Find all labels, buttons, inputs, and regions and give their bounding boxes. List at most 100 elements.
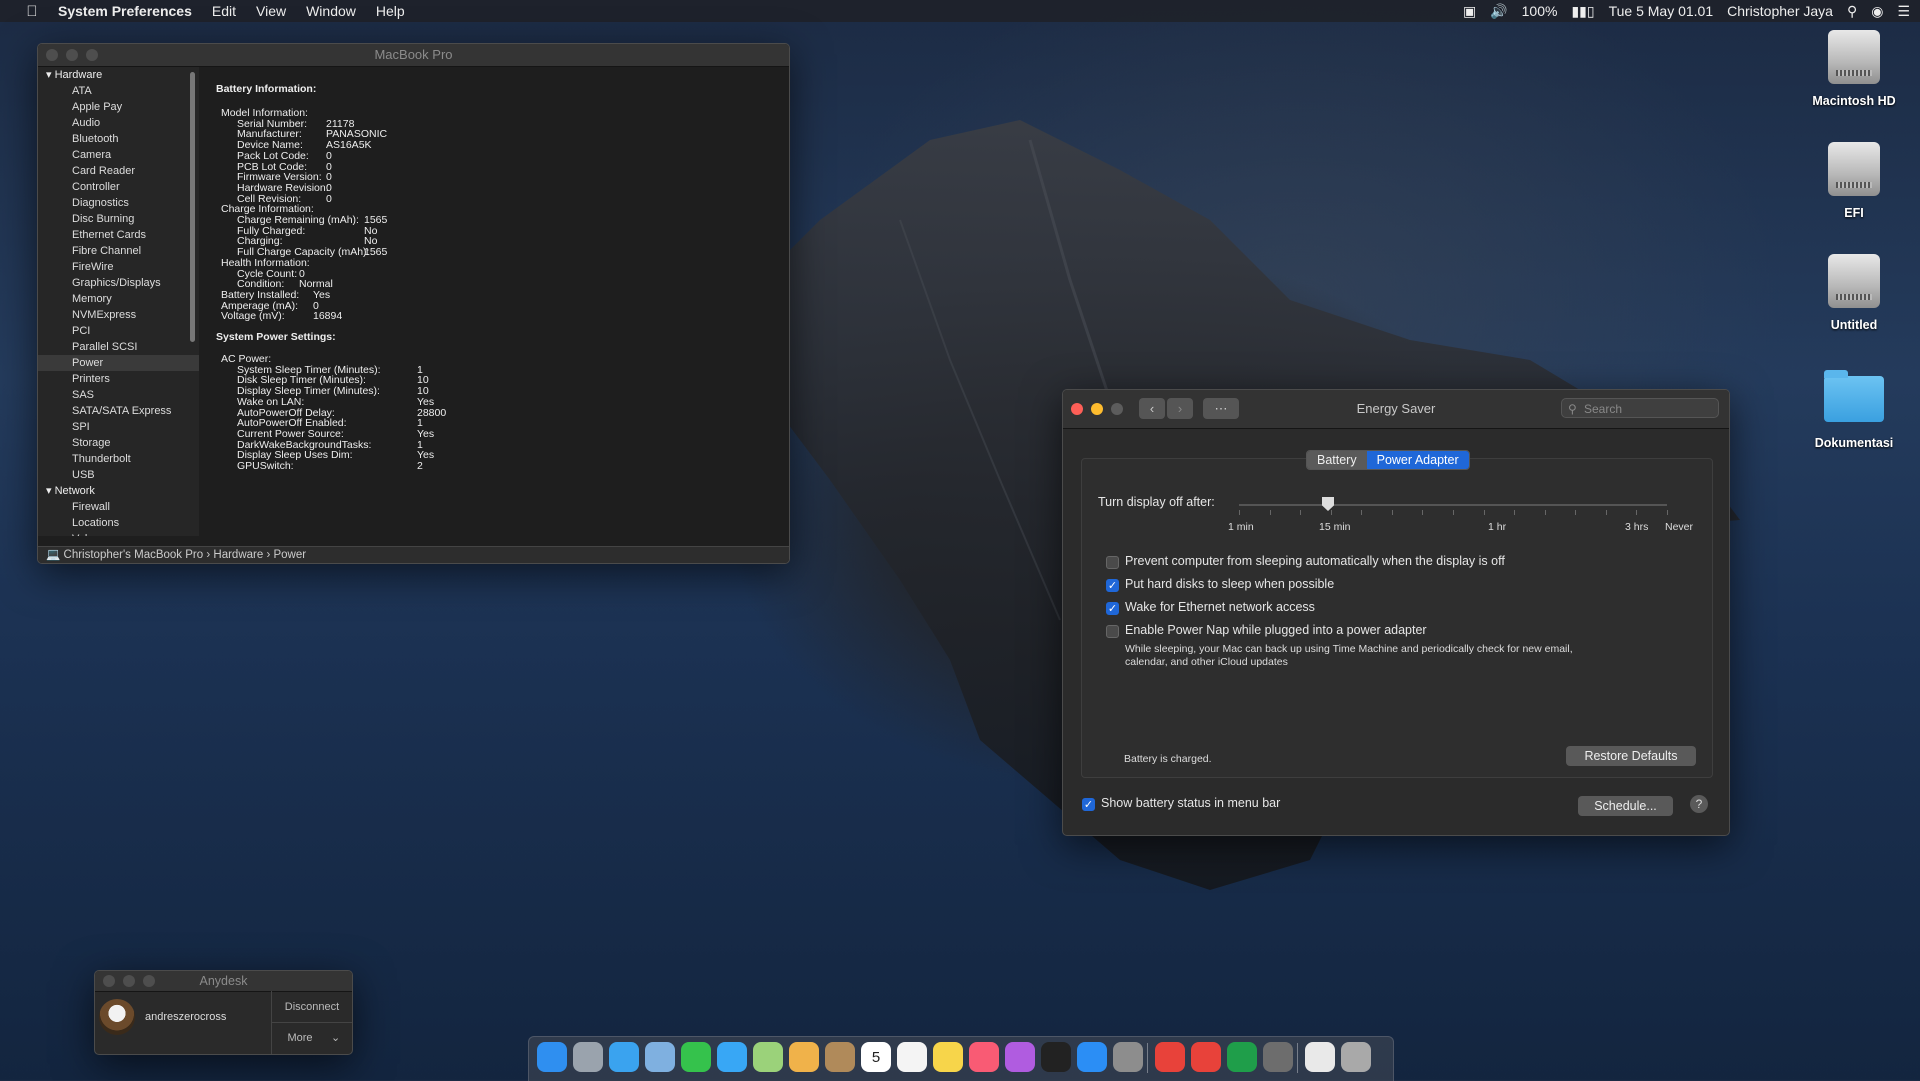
podcasts-icon[interactable] <box>1005 1042 1035 1072</box>
wake-ethernet-label[interactable]: Wake for Ethernet network access <box>1125 600 1315 614</box>
forward-button[interactable]: › <box>1167 398 1193 419</box>
photos-icon[interactable] <box>789 1042 819 1072</box>
sidebar-item-storage[interactable]: Storage <box>38 435 199 451</box>
zoom-button[interactable] <box>86 49 98 61</box>
sysinfo-titlebar[interactable]: MacBook Pro <box>38 44 789 67</box>
trash-icon[interactable] <box>1341 1042 1371 1072</box>
zoom-button[interactable] <box>143 975 155 987</box>
disk-sleep-checkbox[interactable]: ✓ <box>1106 579 1119 592</box>
sidebar-item-ata[interactable]: ATA <box>38 83 199 99</box>
siri-icon[interactable]: ◉ <box>1871 3 1883 20</box>
schedule-button[interactable]: Schedule... <box>1578 796 1673 816</box>
sidebar-item-diagnostics[interactable]: Diagnostics <box>38 195 199 211</box>
app-store-icon[interactable] <box>1077 1042 1107 1072</box>
zoom-button[interactable] <box>1111 403 1123 415</box>
safari-icon[interactable] <box>609 1042 639 1072</box>
wake-ethernet-checkbox[interactable]: ✓ <box>1106 602 1119 615</box>
tab-power-adapter[interactable]: Power Adapter <box>1366 451 1469 469</box>
launchpad-icon[interactable] <box>573 1042 603 1072</box>
sidebar-item-thunderbolt[interactable]: Thunderbolt <box>38 451 199 467</box>
airplay-icon[interactable]: ▣ <box>1463 3 1476 20</box>
desktop-icon-untitled[interactable]: Untitled <box>1794 254 1914 332</box>
sidebar-group-hardware[interactable]: ▾ Hardware <box>38 67 199 83</box>
desktop-icon-efi[interactable]: EFI <box>1794 142 1914 220</box>
anydesk-alt-icon[interactable] <box>1191 1042 1221 1072</box>
minimize-button[interactable] <box>66 49 78 61</box>
minimize-button[interactable] <box>1091 403 1103 415</box>
search-input[interactable]: ⚲ Search <box>1561 398 1719 418</box>
show-battery-label[interactable]: Show battery status in menu bar <box>1101 796 1280 810</box>
tab-battery[interactable]: Battery <box>1307 451 1367 469</box>
finder-icon[interactable] <box>537 1042 567 1072</box>
sidebar-group-network[interactable]: ▾ Network <box>38 483 199 499</box>
menu-view[interactable]: View <box>256 3 286 19</box>
radar-icon[interactable] <box>1227 1042 1257 1072</box>
sidebar-item-disc-burning[interactable]: Disc Burning <box>38 211 199 227</box>
sidebar-item-usb[interactable]: USB <box>38 467 199 483</box>
menu-help[interactable]: Help <box>376 3 405 19</box>
preview-icon[interactable] <box>645 1042 675 1072</box>
sidebar-item-locations[interactable]: Locations <box>38 515 199 531</box>
desktop-icon-macintosh-hd[interactable]: Macintosh HD <box>1794 30 1914 108</box>
sidebar-item-firewire[interactable]: FireWire <box>38 259 199 275</box>
sidebar-item-printers[interactable]: Printers <box>38 371 199 387</box>
path-power[interactable]: Power <box>273 549 306 561</box>
sidebar-item-nvmexpress[interactable]: NVMExpress <box>38 307 199 323</box>
sidebar-item-sas[interactable]: SAS <box>38 387 199 403</box>
sidebar-item-sata-sata-express[interactable]: SATA/SATA Express <box>38 403 199 419</box>
desktop-icon-dokumentasi[interactable]: Dokumentasi <box>1794 368 1914 450</box>
sidebar-item-firewall[interactable]: Firewall <box>38 499 199 515</box>
notification-center-icon[interactable]: ☰ <box>1897 3 1910 20</box>
menu-window[interactable]: Window <box>306 3 356 19</box>
notes-icon[interactable] <box>933 1042 963 1072</box>
system-preferences-icon[interactable] <box>1113 1042 1143 1072</box>
show-all-grid-icon[interactable]: ⋯ <box>1203 398 1239 419</box>
back-button[interactable]: ‹ <box>1139 398 1165 419</box>
battery-icon[interactable]: ▮▮▯ <box>1571 3 1594 20</box>
path-computer[interactable]: Christopher's MacBook Pro <box>64 549 204 561</box>
xcode-hanger-icon[interactable] <box>1263 1042 1293 1072</box>
menu-user[interactable]: Christopher Jaya <box>1727 3 1833 19</box>
show-battery-checkbox[interactable]: ✓ <box>1082 798 1095 811</box>
prevent-sleep-label[interactable]: Prevent computer from sleeping automatic… <box>1125 554 1505 568</box>
energy-titlebar[interactable]: ‹ › ⋯ Energy Saver ⚲ Search <box>1063 390 1729 429</box>
sidebar-item-fibre-channel[interactable]: Fibre Channel <box>38 243 199 259</box>
sidebar-item-graphics-displays[interactable]: Graphics/Displays <box>38 275 199 291</box>
sidebar-item-power[interactable]: Power <box>38 355 199 371</box>
menu-edit[interactable]: Edit <box>212 3 236 19</box>
restore-defaults-button[interactable]: Restore Defaults <box>1566 746 1696 766</box>
spotlight-icon[interactable]: ⚲ <box>1847 3 1857 20</box>
reminders-icon[interactable] <box>897 1042 927 1072</box>
sidebar-scrollbar[interactable] <box>190 72 195 342</box>
sidebar-item-volumes[interactable]: Volumes <box>38 531 199 536</box>
tv-icon[interactable] <box>1041 1042 1071 1072</box>
calendar-icon[interactable]: 5 <box>861 1042 891 1072</box>
sidebar-item-audio[interactable]: Audio <box>38 115 199 131</box>
sidebar-item-memory[interactable]: Memory <box>38 291 199 307</box>
sidebar-item-card-reader[interactable]: Card Reader <box>38 163 199 179</box>
menu-clock[interactable]: Tue 5 May 01.01 <box>1609 3 1714 19</box>
minimize-button[interactable] <box>123 975 135 987</box>
apple-menu-icon[interactable]:  <box>22 3 42 20</box>
prevent-sleep-checkbox[interactable] <box>1106 556 1119 569</box>
disconnect-button[interactable]: Disconnect <box>272 993 352 1022</box>
close-button[interactable] <box>1071 403 1083 415</box>
sidebar-item-apple-pay[interactable]: Apple Pay <box>38 99 199 115</box>
path-hardware[interactable]: Hardware <box>213 549 263 561</box>
disk-sleep-label[interactable]: Put hard disks to sleep when possible <box>1125 577 1334 591</box>
close-button[interactable] <box>103 975 115 987</box>
sidebar-item-spi[interactable]: SPI <box>38 419 199 435</box>
help-button[interactable]: ? <box>1690 795 1708 813</box>
sidebar-item-bluetooth[interactable]: Bluetooth <box>38 131 199 147</box>
chevron-down-icon[interactable]: ⌄ <box>331 1031 340 1044</box>
volume-icon[interactable]: 🔊 <box>1490 3 1507 20</box>
menu-app-name[interactable]: System Preferences <box>58 3 192 19</box>
music-icon[interactable] <box>969 1042 999 1072</box>
contacts-icon[interactable] <box>825 1042 855 1072</box>
messages-icon[interactable] <box>717 1042 747 1072</box>
maps-icon[interactable] <box>753 1042 783 1072</box>
battery-percent[interactable]: 100% <box>1522 3 1558 19</box>
close-button[interactable] <box>46 49 58 61</box>
sidebar-item-camera[interactable]: Camera <box>38 147 199 163</box>
sidebar-item-ethernet-cards[interactable]: Ethernet Cards <box>38 227 199 243</box>
